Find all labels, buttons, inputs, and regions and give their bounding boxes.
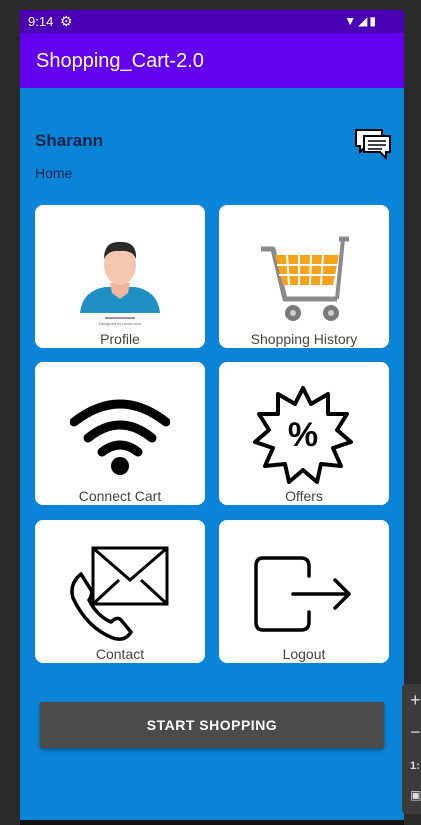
- tile-profile[interactable]: Designed by pixxiz.com Profile: [35, 205, 205, 348]
- phone-screen: 9:14 ⚙ ▼◢▮ Shopping_Cart-2.0 Sharann Hom…: [20, 10, 404, 820]
- tile-label: Offers: [285, 488, 323, 504]
- app-bar: Shopping_Cart-2.0: [20, 33, 404, 88]
- status-icons: ▼◢▮: [344, 14, 378, 28]
- page-subtitle: Home: [35, 165, 73, 181]
- tile-shopping-history[interactable]: Shopping History: [219, 205, 389, 348]
- profile-person-icon: [80, 241, 160, 319]
- app-title: Shopping_Cart-2.0: [36, 50, 204, 72]
- chat-icon[interactable]: [354, 128, 392, 160]
- emulator-side-panel: + − 1: ▣: [402, 684, 421, 814]
- tile-label: Profile: [100, 331, 140, 347]
- tile-offers[interactable]: % Offers: [219, 362, 389, 505]
- start-shopping-button[interactable]: START SHOPPING: [40, 702, 384, 748]
- tile-label: Logout: [282, 646, 326, 662]
- percent-badge-icon: %: [253, 386, 353, 484]
- tile-contact[interactable]: Contact: [35, 520, 205, 663]
- wifi-icon: [70, 399, 170, 475]
- zoom-out-button[interactable]: −: [410, 722, 421, 743]
- zoom-ratio-button[interactable]: 1:: [410, 760, 420, 772]
- user-name: Sharann: [35, 131, 104, 150]
- tile-label: Connect Cart: [78, 488, 162, 504]
- wifi-signal-icon: ▼: [344, 14, 359, 28]
- svg-text:%: %: [288, 416, 318, 454]
- shopping-cart-icon: [261, 236, 349, 321]
- cell-signal-icon: ◢: [358, 14, 370, 28]
- navigation-bar: [20, 820, 404, 825]
- settings-gear-icon: ⚙: [60, 13, 73, 29]
- tile-label: Contact: [95, 646, 145, 662]
- phone-envelope-icon: [70, 546, 169, 641]
- tile-logout[interactable]: Logout: [219, 520, 389, 663]
- zoom-in-button[interactable]: +: [410, 690, 421, 711]
- screenshot-icon[interactable]: ▣: [410, 788, 421, 802]
- battery-icon: ▮: [369, 14, 378, 28]
- status-time: 9:14: [28, 14, 54, 29]
- tile-label: Shopping History: [250, 331, 358, 347]
- tile-connect-cart[interactable]: Connect Cart: [35, 362, 205, 505]
- logout-icon: [254, 556, 351, 632]
- status-bar: 9:14 ⚙ ▼◢▮: [20, 10, 404, 33]
- profile-image-caption: Designed by pixxiz.com: [99, 321, 142, 326]
